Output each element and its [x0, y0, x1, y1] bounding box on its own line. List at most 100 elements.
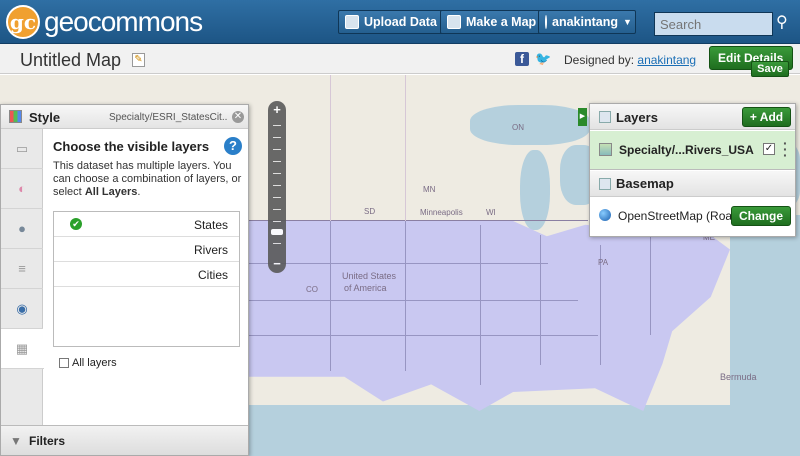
label-sd: SD	[364, 207, 376, 216]
choose-layers-heading: Choose the visible layers	[53, 139, 210, 154]
rail-lines-tab[interactable]: ≡	[1, 249, 43, 289]
filter-icon: ▼	[10, 434, 22, 448]
choose-layers-section: Choose the visible layers This dataset h…	[53, 139, 243, 199]
all-layers-option[interactable]: All layers	[59, 357, 117, 369]
upload-icon	[345, 15, 359, 29]
filters-label: Filters	[29, 434, 66, 448]
zoom-tick	[273, 209, 281, 210]
map-title-bar: Untitled Map ✎ f 🐦 Designed by: anakinta…	[0, 44, 800, 74]
layer-item-name: Specialty/...Rivers_USA	[619, 143, 754, 157]
map-icon	[447, 15, 461, 29]
layer-row-states[interactable]: ✔ States	[54, 212, 239, 237]
rail-color-tab[interactable]: ◐	[1, 169, 43, 209]
state-border	[248, 300, 578, 301]
search-icon[interactable]: ⚲	[776, 14, 794, 32]
user-name: anakintang	[552, 15, 618, 29]
basemap-item: OpenStreetMap (Road) Change	[590, 198, 795, 236]
zoom-tick	[273, 125, 281, 126]
palette-grid-icon	[9, 110, 22, 123]
label-mn: MN	[423, 185, 436, 194]
zoom-tick	[273, 197, 281, 198]
chevron-down-icon: ▼	[623, 17, 632, 27]
logo-mark: gc	[6, 5, 40, 39]
layers-panel-header: Layers + Add	[590, 104, 795, 130]
style-panel-header: Style Specialty/ESRI_StatesCit... ✕	[1, 105, 248, 129]
state-border	[405, 221, 406, 371]
logo-text: geocommons	[44, 6, 203, 37]
choose-layers-description: This dataset has multiple layers. You ca…	[53, 160, 242, 198]
map-title[interactable]: Untitled Map	[20, 50, 121, 71]
state-border	[248, 335, 598, 336]
rail-fill-tab[interactable]: ▭	[1, 129, 43, 169]
all-layers-bold: All Layers	[84, 186, 138, 198]
help-icon[interactable]: ?	[224, 137, 242, 155]
layer-row-rivers[interactable]: Rivers	[54, 237, 239, 262]
designed-by-label: Designed by:	[564, 53, 635, 67]
rail-table-tab[interactable]: ▦	[1, 329, 44, 369]
label-pa: PA	[598, 258, 609, 267]
dataset-name: Specialty/ESRI_StatesCit...	[109, 112, 227, 123]
layer-name: States	[193, 218, 228, 232]
make-a-map-label: Make a Map	[466, 15, 537, 29]
collapse-panel-toggle[interactable]: ▶	[578, 108, 587, 126]
save-button[interactable]: Save	[751, 61, 789, 77]
filters-bar[interactable]: ▼ Filters	[1, 425, 248, 455]
state-border	[650, 235, 651, 335]
table-icon: ▦	[15, 341, 29, 356]
layers-panel-title: Layers	[616, 110, 658, 125]
designed-by: Designed by: anakintang	[564, 53, 696, 67]
zoom-tick	[273, 221, 281, 222]
basemap-icon	[599, 178, 611, 190]
label-co: CO	[306, 285, 318, 294]
fill-icon: ▭	[15, 141, 29, 156]
layer-menu-icon[interactable]: · · ·	[783, 136, 789, 162]
basemap-header: Basemap	[590, 171, 795, 197]
layer-item[interactable]: Specialty/...Rivers_USA ✓ · · ·	[590, 131, 795, 170]
lake-michigan	[520, 150, 550, 230]
state-border	[540, 235, 541, 365]
label-bermuda: Bermuda	[720, 372, 757, 382]
zoom-slider[interactable]: + −	[268, 101, 286, 273]
user-icon	[545, 15, 547, 29]
layers-icon: ◉	[16, 301, 28, 316]
layers-panel: Layers + Add Specialty/...Rivers_USA ✓ ·…	[589, 103, 796, 237]
style-panel-title: Style	[29, 110, 61, 125]
zoom-in-button[interactable]: +	[270, 103, 284, 117]
zoom-tick	[273, 149, 281, 150]
edit-title-icon[interactable]: ✎	[132, 53, 145, 67]
visibility-checkbox[interactable]: ✓	[763, 143, 775, 155]
rail-size-tab[interactable]: ●	[1, 209, 43, 249]
layer-name: Cities	[197, 268, 228, 282]
state-border	[480, 225, 481, 385]
layer-list: ✔ States Rivers Cities	[53, 211, 240, 347]
upload-data-label: Upload Data	[364, 15, 437, 29]
zoom-tick	[273, 173, 281, 174]
zoom-out-button[interactable]: −	[270, 257, 284, 271]
color-wheel-icon: ◐	[18, 181, 26, 196]
layer-row-cities[interactable]: Cities	[54, 262, 239, 287]
zoom-handle[interactable]	[271, 229, 283, 235]
zoom-tick	[273, 161, 281, 162]
style-tool-rail: ▭ ◐ ● ≡ ◉ ▦	[1, 129, 44, 425]
province-line	[405, 75, 406, 221]
twitter-icon[interactable]: 🐦	[535, 52, 551, 66]
add-layer-button[interactable]: + Add	[742, 107, 791, 127]
all-layers-checkbox[interactable]	[59, 358, 69, 368]
close-icon[interactable]: ✕	[232, 111, 244, 123]
facebook-icon[interactable]: f	[515, 52, 529, 66]
label-minneapolis: Minneapolis	[420, 208, 463, 217]
change-basemap-button[interactable]: Change	[731, 206, 791, 226]
user-menu-button[interactable]: anakintang ▼	[538, 10, 636, 34]
layer-name: Rivers	[193, 243, 228, 257]
rail-layers-tab[interactable]: ◉	[1, 289, 43, 329]
search-input[interactable]	[654, 12, 773, 36]
gulf-of-mexico	[245, 405, 800, 456]
geocommons-logo[interactable]: gc geocommons	[6, 5, 203, 39]
designer-link[interactable]: anakintang	[637, 53, 696, 67]
make-a-map-button[interactable]: Make a Map	[440, 10, 544, 34]
upload-data-button[interactable]: Upload Data	[338, 10, 444, 34]
lake-superior	[470, 105, 590, 145]
style-panel: Style Specialty/ESRI_StatesCit... ✕ ▭ ◐ …	[0, 104, 249, 456]
state-border	[248, 263, 548, 264]
top-navbar: gc geocommons Upload Data Make a Map ana…	[0, 0, 800, 44]
